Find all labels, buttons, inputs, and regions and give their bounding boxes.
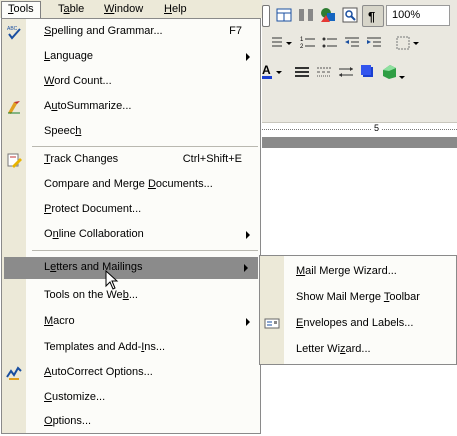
submenu-arrow-icon — [246, 53, 250, 61]
menu-label: Mail Merge Wizard... — [296, 265, 397, 277]
menu-item-letters-mailings[interactable]: Letters and Mailings — [4, 257, 258, 279]
show-hide-icon[interactable]: ¶ — [362, 5, 384, 27]
label-part: W — [104, 3, 115, 15]
track-changes-icon — [6, 152, 22, 168]
label-part: elp — [171, 3, 187, 15]
label-part: indow — [114, 3, 144, 15]
document-map-icon[interactable] — [340, 5, 360, 25]
columns-icon[interactable] — [296, 5, 316, 25]
submenu-arrow-icon — [246, 231, 250, 239]
arrow-style-icon[interactable] — [336, 62, 356, 82]
menu-item-protect-document[interactable]: Protect Document... — [2, 199, 260, 221]
menu-separator — [32, 250, 258, 251]
autocorrect-icon — [6, 365, 22, 381]
svg-text:1: 1 — [300, 37, 304, 43]
numbering-icon[interactable]: 12 — [298, 33, 318, 53]
menu-item-spelling[interactable]: ABC Spelling and Grammar... F7 — [2, 21, 260, 43]
standard-toolbar: ¶ 100% — [262, 2, 457, 28]
menu-item-customize[interactable]: Customize... — [2, 387, 260, 409]
menu-tools[interactable]: Tools — [1, 1, 41, 19]
menu-table[interactable]: Table — [52, 2, 90, 17]
menu-item-autocorrect[interactable]: AutoCorrect Options... — [2, 362, 260, 384]
svg-text:ABC: ABC — [7, 26, 18, 32]
menu-separator — [32, 146, 258, 147]
tools-menu: ABC Spelling and Grammar... F7 Language … — [1, 18, 261, 434]
menu-label: Spelling and Grammar... — [44, 25, 163, 37]
label-part: ools — [13, 3, 34, 15]
menu-item-templates[interactable]: Templates and Add-Ins... — [2, 337, 260, 359]
shortcut-text: Ctrl+Shift+E — [182, 153, 242, 165]
menu-label: Word Count... — [44, 75, 112, 87]
bullets-icon[interactable] — [320, 33, 340, 53]
font-color-icon[interactable]: A — [262, 62, 292, 82]
menubar: Tools Table Window Help — [0, 0, 262, 19]
svg-text:A: A — [262, 63, 271, 77]
shadow-style-icon[interactable] — [358, 62, 378, 82]
menu-label: AutoSummarize... — [44, 100, 132, 112]
menu-item-track-changes[interactable]: Track Changes Ctrl+Shift+E — [2, 149, 260, 171]
ruler-ticks — [262, 129, 457, 130]
toolbar-button-partial[interactable] — [262, 5, 270, 27]
menu-label: Show Mail Merge Toolbar — [296, 291, 420, 303]
line-style-icon[interactable] — [292, 62, 312, 82]
menu-label: Online Collaboration — [44, 228, 144, 240]
menu-label: Letter Wizard... — [296, 343, 371, 355]
menu-label: Language — [44, 50, 93, 62]
menu-label: Envelopes and Labels... — [296, 317, 414, 329]
menu-item-autosummarize[interactable]: AutoSummarize... — [2, 96, 260, 118]
menu-label: Options... — [44, 415, 92, 427]
menu-item-compare-merge[interactable]: Compare and Merge Documents... — [2, 174, 260, 196]
menu-label: AutoCorrect Options... — [44, 366, 153, 378]
menu-label: Track Changes — [44, 153, 119, 165]
submenu-item-letter-wizard[interactable]: Letter Wizard... — [260, 337, 456, 361]
ruler-number: 5 — [372, 123, 382, 133]
border-icon[interactable] — [394, 33, 419, 53]
decrease-indent-icon[interactable] — [342, 33, 362, 53]
menu-label: Protect Document... — [44, 203, 142, 215]
menu-item-speech[interactable]: Speech — [2, 121, 260, 143]
menu-label: Letters and Mailings — [44, 261, 143, 273]
menu-help[interactable]: Help — [158, 2, 193, 17]
horizontal-ruler: 5 — [262, 122, 457, 138]
menu-item-macro[interactable]: Macro — [2, 311, 260, 333]
3d-style-icon[interactable] — [380, 62, 406, 82]
drawing-icon[interactable] — [318, 5, 338, 25]
menu-label: Tools on the Web... — [44, 289, 138, 301]
table-icon[interactable] — [274, 5, 294, 25]
menu-item-online-collaboration[interactable]: Online Collaboration — [2, 224, 260, 246]
submenu-item-envelopes-labels[interactable]: Envelopes and Labels... — [260, 311, 456, 335]
menu-item-tools-on-web[interactable]: Tools on the Web... — [2, 285, 260, 307]
envelope-icon — [264, 315, 280, 331]
formatting-toolbar: 12 — [262, 30, 457, 56]
menu-label: Compare and Merge Documents... — [44, 178, 213, 190]
zoom-value: 100% — [392, 9, 421, 21]
svg-text:¶: ¶ — [368, 9, 375, 24]
submenu-arrow-icon — [244, 264, 248, 272]
menu-label: Speech — [44, 125, 82, 137]
increase-indent-icon[interactable] — [364, 33, 384, 53]
zoom-box[interactable]: 100% — [386, 5, 450, 26]
label-part: ble — [69, 3, 85, 15]
ruler-shadow — [262, 137, 457, 148]
menu-item-word-count[interactable]: Word Count... — [2, 71, 260, 93]
menu-label: Customize... — [44, 391, 106, 403]
shortcut-text: F7 — [229, 25, 242, 37]
menu-item-language[interactable]: Language — [2, 46, 260, 68]
menu-item-options[interactable]: Options... — [2, 411, 260, 433]
submenu-item-show-mail-merge-toolbar[interactable]: Show Mail Merge Toolbar — [260, 285, 456, 309]
label-part: H — [164, 3, 172, 15]
line-spacing-icon[interactable] — [266, 33, 292, 53]
menu-label: Macro — [44, 315, 75, 327]
mouse-cursor-icon — [105, 269, 119, 293]
letters-mailings-submenu: Mail Merge Wizard... Show Mail Merge Too… — [259, 255, 457, 365]
submenu-arrow-icon — [246, 318, 250, 326]
spelling-icon: ABC — [6, 24, 22, 40]
drawing-toolbar: A — [262, 58, 457, 84]
menu-window[interactable]: Window — [98, 2, 149, 17]
autosummarize-icon — [6, 99, 22, 115]
svg-text:2: 2 — [300, 44, 304, 50]
submenu-item-mail-merge-wizard[interactable]: Mail Merge Wizard... — [260, 259, 456, 283]
dash-style-icon[interactable] — [314, 62, 334, 82]
menu-label: Templates and Add-Ins... — [44, 341, 166, 353]
